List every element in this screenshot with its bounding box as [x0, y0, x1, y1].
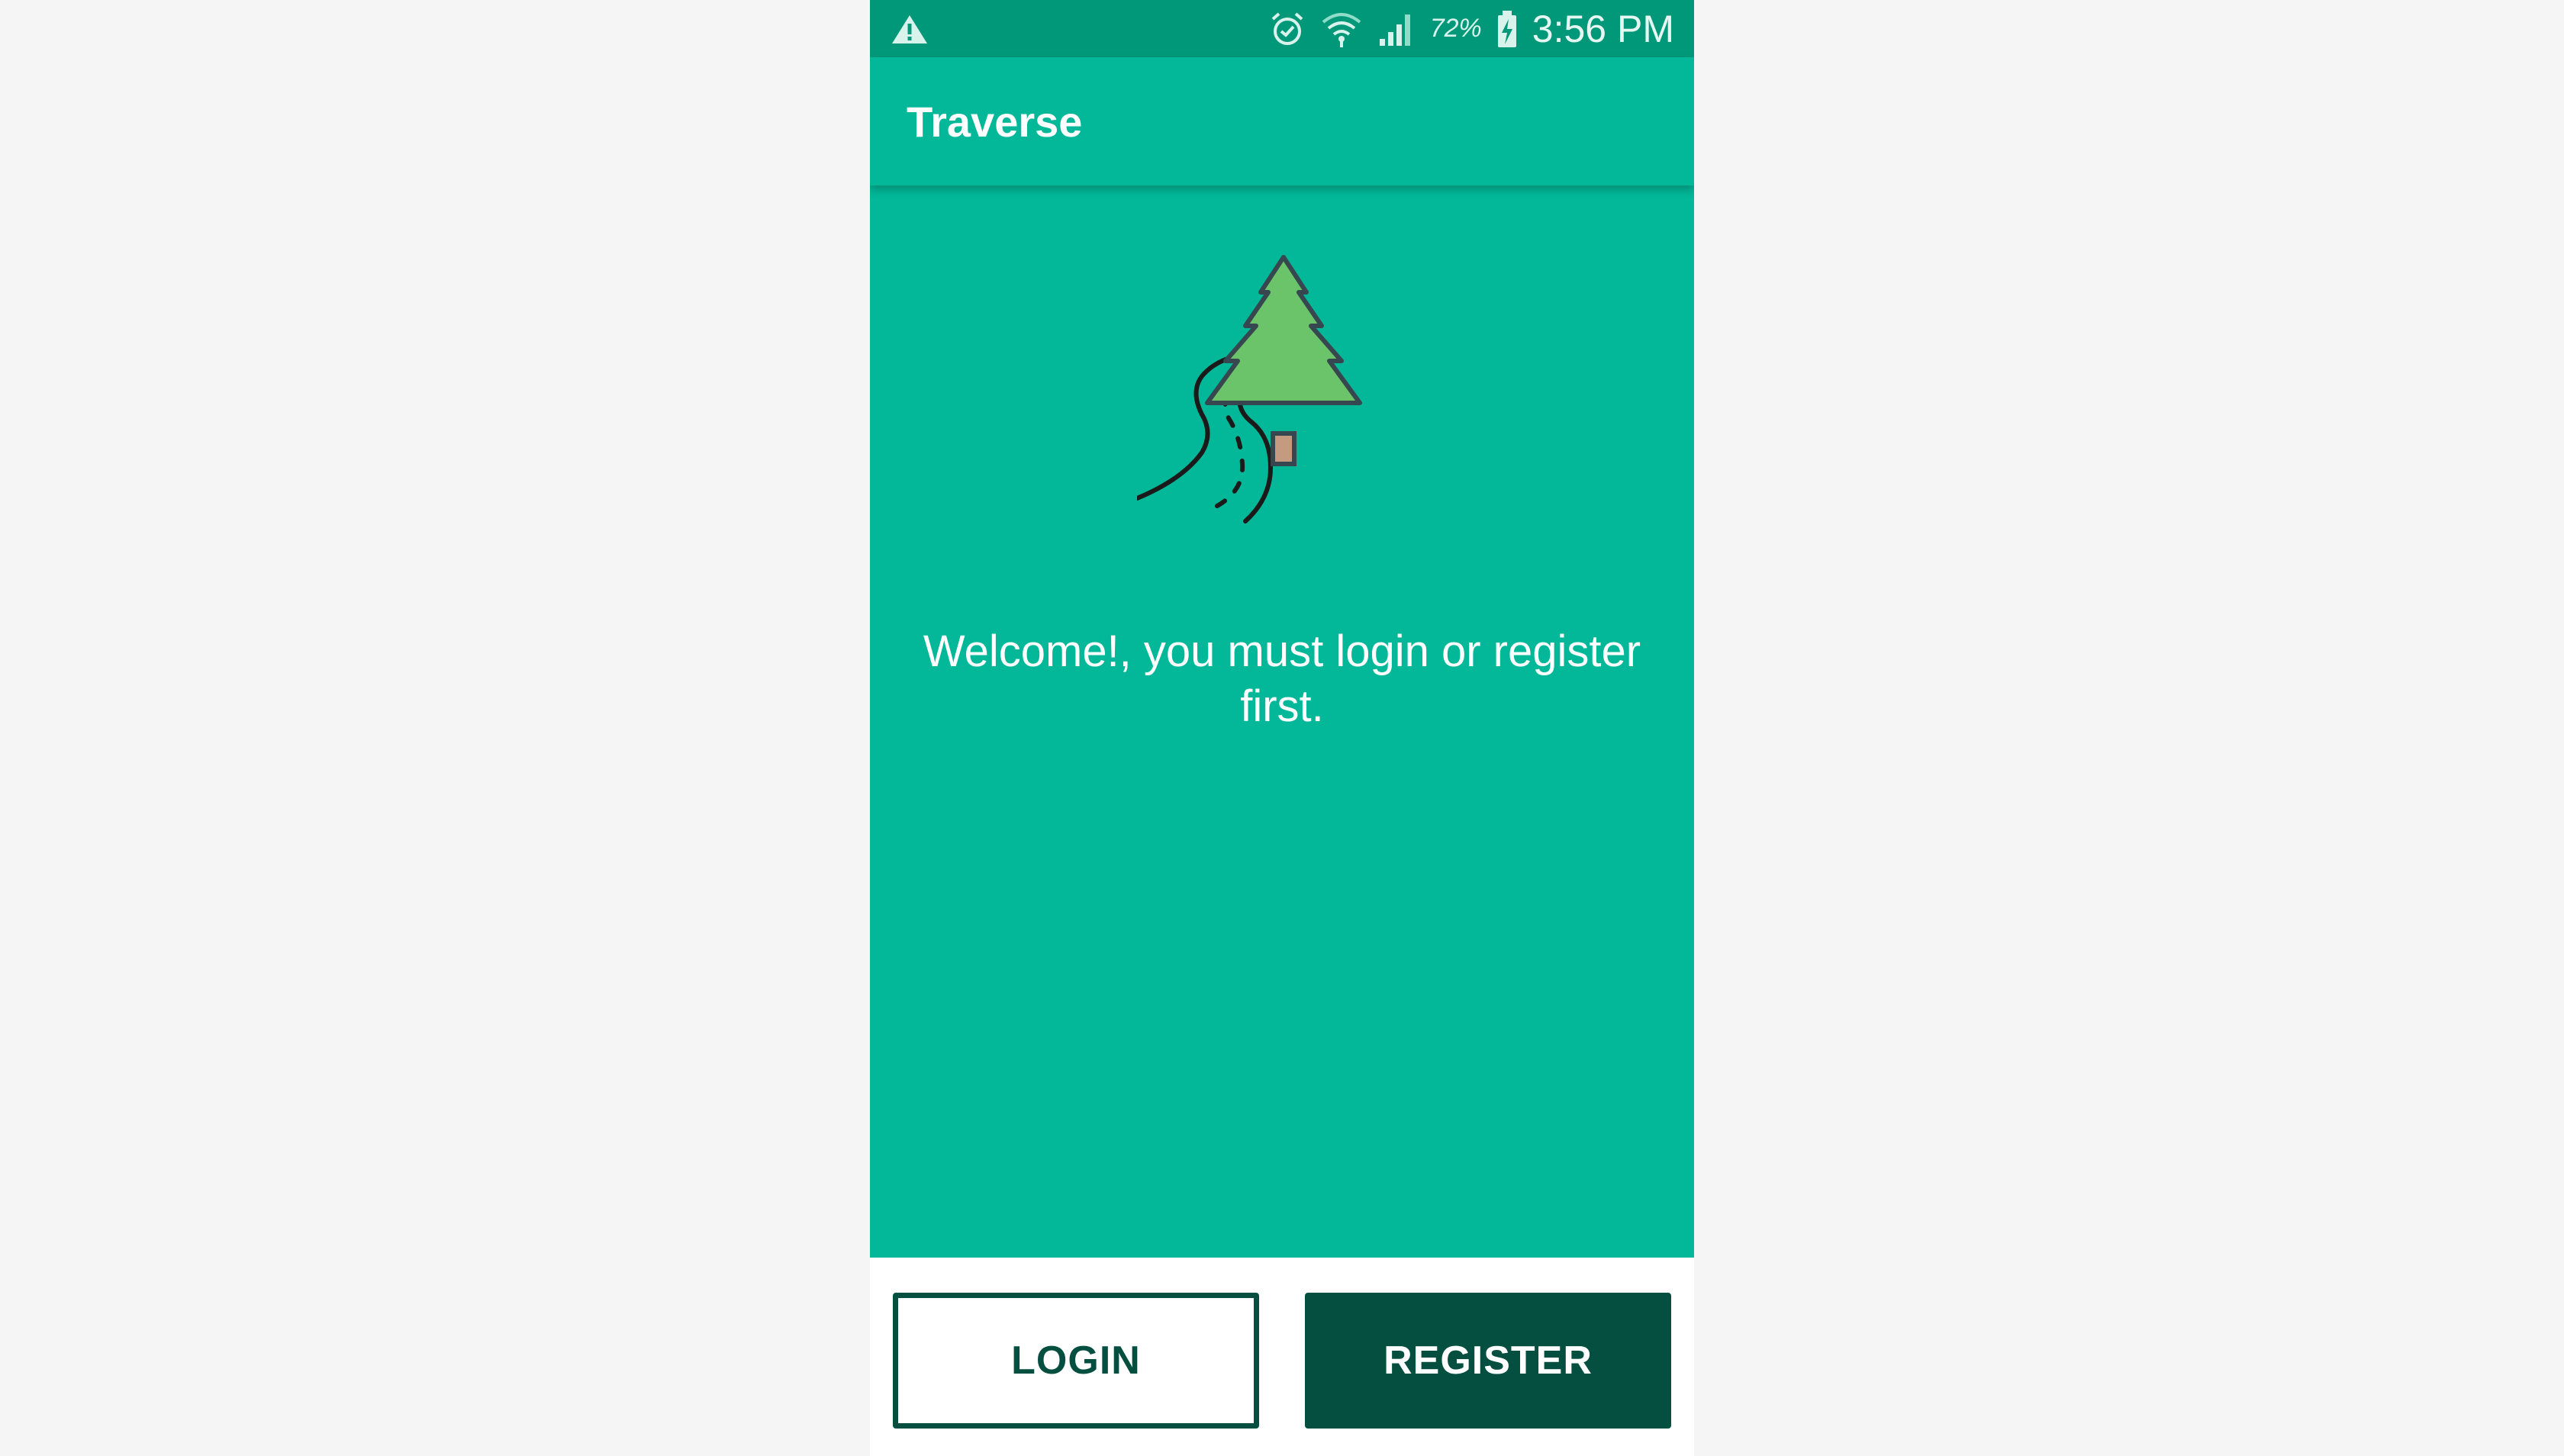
app-title: Traverse	[907, 98, 1083, 146]
login-button[interactable]: LOGIN	[893, 1293, 1259, 1429]
welcome-panel: Welcome!, you must login or register fir…	[870, 185, 1694, 1258]
app-bar: Traverse	[870, 57, 1694, 185]
action-bar: LOGIN REGISTER	[870, 1258, 1694, 1456]
welcome-message: Welcome!, you must login or register fir…	[923, 627, 1641, 731]
status-time: 3:56 PM	[1532, 7, 1674, 50]
warning-icon	[892, 15, 927, 43]
phone-screen: 72% 3:56 PM Traverse Welcome!, you must …	[870, 0, 1694, 1456]
battery-charging-icon	[1497, 10, 1516, 47]
battery-percent: 72%	[1429, 14, 1482, 43]
wifi-icon	[1322, 12, 1361, 47]
signal-icon	[1379, 14, 1410, 46]
status-bar: 72% 3:56 PM	[870, 0, 1694, 57]
status-icons: 72% 3:56 PM	[1268, 0, 1674, 57]
road-and-tree-icon	[1137, 255, 1362, 523]
register-button[interactable]: REGISTER	[1305, 1293, 1671, 1429]
alarm-icon	[1271, 11, 1303, 45]
